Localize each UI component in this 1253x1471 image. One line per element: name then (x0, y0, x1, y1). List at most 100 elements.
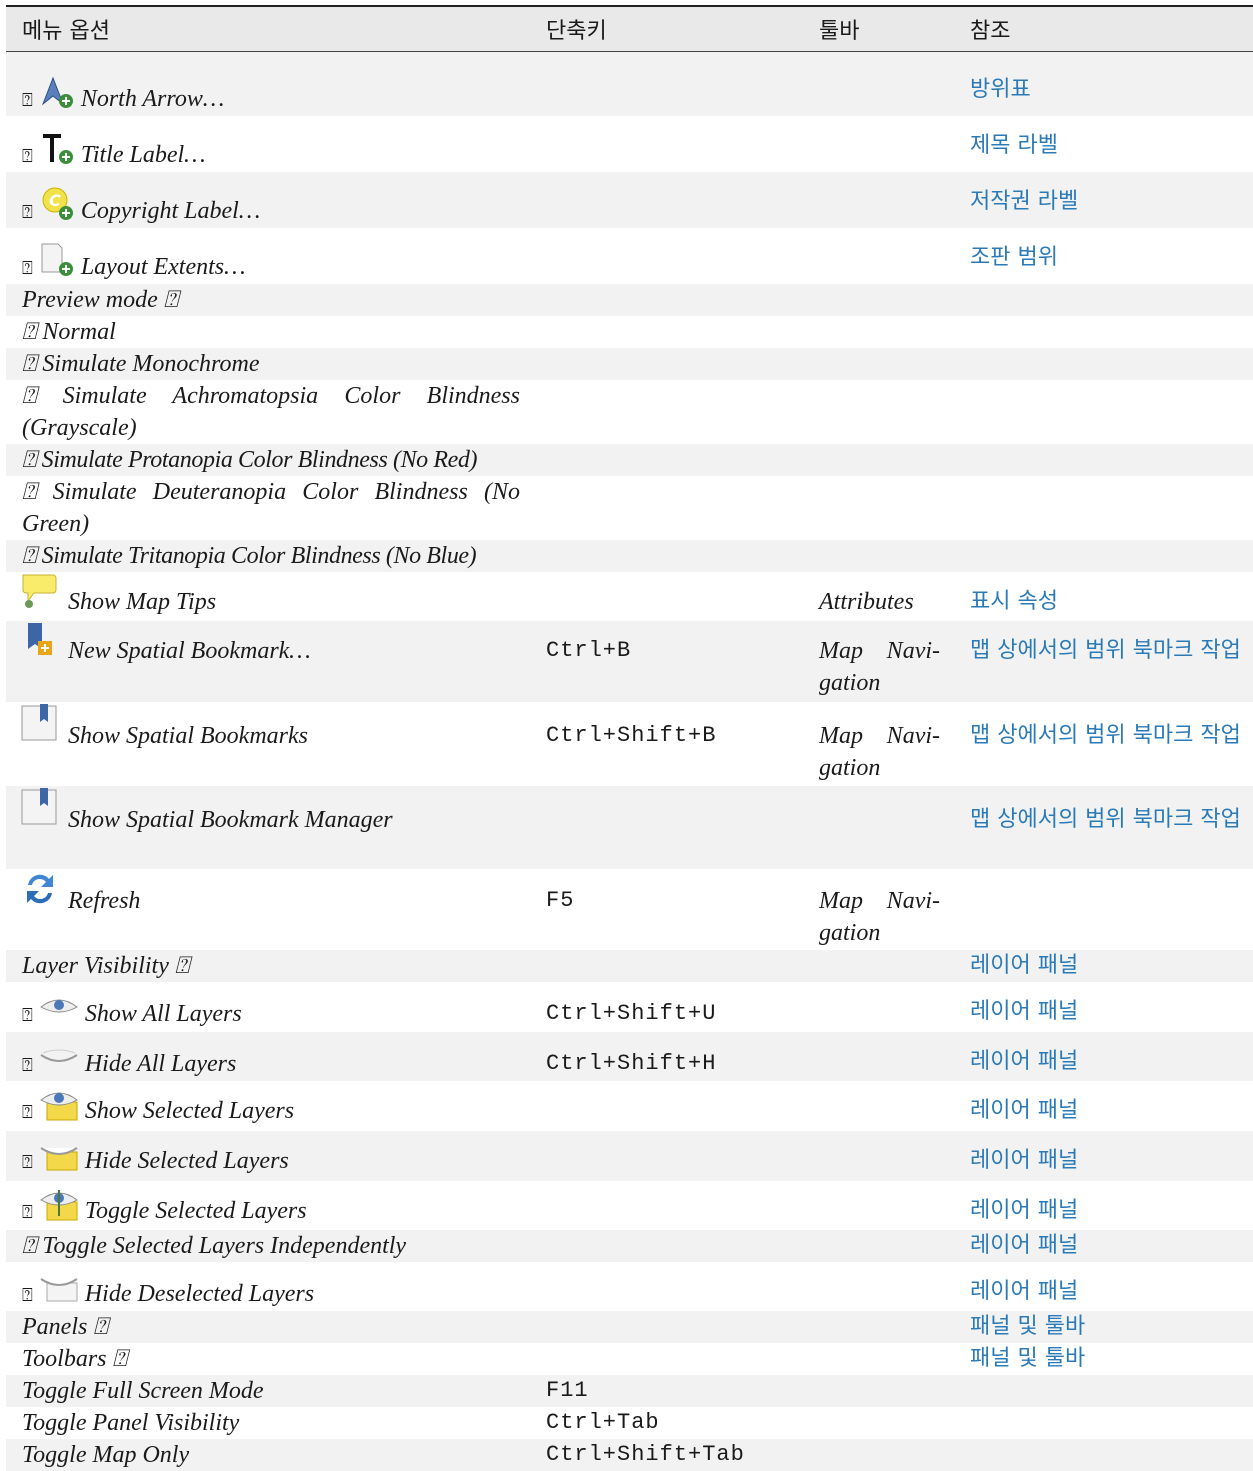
menu-item-layout-extents[interactable]: Layout Extents… (81, 254, 246, 280)
map-tips-icon (20, 572, 58, 619)
toolbar-cell (803, 228, 954, 284)
menu-item-normal[interactable]: ⍰ Normal (6, 316, 530, 348)
ref-link-north-arrow[interactable]: 방위표 (970, 77, 1031, 102)
missing-glyph: ⍰ (22, 146, 33, 166)
menu-item-panels[interactable]: Panels ⍰ (6, 1311, 530, 1343)
table-row: Preview mode ⍰ (6, 284, 1253, 316)
toolbar-cell: Map Navi-gation (819, 723, 940, 781)
shortcut-map-only: Ctrl+Shift+Tab (546, 1442, 745, 1467)
table-row: ⍰ Title Label… 제목 라벨 (6, 116, 1253, 172)
menu-item-toggle-full-screen[interactable]: Toggle Full Screen Mode (6, 1375, 530, 1407)
toolbar-cell (803, 1262, 954, 1311)
menu-item-simulate-achromatopsia[interactable]: ⍰ Simulate Achromatopsia Color Blindness… (6, 380, 530, 444)
ref-cell (954, 316, 1253, 348)
ref-link-hide-selected-layers[interactable]: 레이어 패널 (970, 1148, 1078, 1173)
toolbar-cell (803, 1375, 954, 1407)
ref-cell (954, 1407, 1253, 1439)
ref-link-show-selected-layers[interactable]: 레이어 패널 (970, 1098, 1078, 1123)
ref-link-copyright-label[interactable]: 저작권 라벨 (970, 189, 1078, 214)
ref-link-toggle-selected-layers[interactable]: 레이어 패널 (970, 1198, 1078, 1223)
table-row: Show Spatial Bookmark Manager 맵 상에서의 범위 … (6, 786, 1253, 869)
ref-cell (954, 1439, 1253, 1471)
ref-link-show-map-tips[interactable]: 표시 속성 (970, 589, 1058, 614)
col-shortcut: 단축키 (546, 19, 607, 44)
ref-cell (954, 348, 1253, 380)
ref-link-toolbars[interactable]: 패널 및 툴바 (970, 1346, 1085, 1371)
menu-item-preview-mode[interactable]: Preview mode ⍰ (6, 284, 530, 316)
missing-glyph: ⍰ (22, 1202, 33, 1222)
col-reference: 참조 (970, 19, 1011, 44)
menu-item-show-selected-layers[interactable]: Show Selected Layers (85, 1098, 294, 1124)
toolbar-cell (803, 1343, 954, 1375)
ref-link-hide-all-layers[interactable]: 레이어 패널 (970, 1049, 1078, 1074)
table-row: Panels ⍰ 패널 및 툴바 (6, 1311, 1253, 1343)
menu-item-north-arrow[interactable]: North Arrow… (81, 86, 224, 112)
menu-item-show-all-layers[interactable]: Show All Layers (85, 1001, 242, 1027)
menu-item-simulate-monochrome[interactable]: ⍰ Simulate Monochrome (6, 348, 530, 380)
toolbar-cell (803, 1131, 954, 1181)
toolbar-cell (803, 52, 954, 117)
ref-link-show-spatial-bookmarks[interactable]: 맵 상에서의 범위 북마크 작업 (970, 723, 1241, 748)
ref-link-toggle-independently[interactable]: 레이어 패널 (970, 1233, 1078, 1258)
shortcut-cell (530, 284, 803, 316)
table-row: ⍰ Normal (6, 316, 1253, 348)
toolbar-cell (803, 284, 954, 316)
ref-cell (954, 869, 1253, 950)
toolbar-cell (803, 1407, 954, 1439)
missing-glyph: ⍰ (22, 1102, 33, 1122)
menu-item-toggle-panel-visibility[interactable]: Toggle Panel Visibility (6, 1407, 530, 1439)
table-row: ⍰ C Copyright Label… 저작권 라벨 (6, 172, 1253, 228)
toolbar-cell (803, 348, 954, 380)
shortcut-cell (530, 476, 803, 540)
north-arrow-add-icon (39, 74, 75, 115)
ref-cell (954, 284, 1253, 316)
menu-item-simulate-deuteranopia[interactable]: ⍰ Simulate Deuteranopia Color Blindness … (6, 476, 530, 540)
missing-glyph: ⍰ (22, 258, 33, 278)
toolbar-cell (803, 476, 954, 540)
menu-item-toolbars[interactable]: Toolbars ⍰ (6, 1343, 530, 1375)
ref-link-title-label[interactable]: 제목 라벨 (970, 133, 1058, 158)
table-header: 메뉴 옵션 단축키 툴바 참조 (6, 6, 1253, 52)
menu-item-toggle-selected-layers[interactable]: Toggle Selected Layers (85, 1198, 307, 1224)
menu-item-layer-visibility[interactable]: Layer Visibility ⍰ (6, 950, 530, 982)
menu-item-toggle-map-only[interactable]: Toggle Map Only (6, 1439, 530, 1471)
shortcut-cell (530, 1262, 803, 1311)
menu-item-title-label[interactable]: Title Label… (81, 142, 206, 168)
menu-item-copyright-label[interactable]: Copyright Label… (81, 198, 260, 224)
missing-glyph: ⍰ (22, 1005, 33, 1025)
menu-item-hide-selected-layers[interactable]: Hide Selected Layers (85, 1148, 289, 1174)
menu-item-new-spatial-bookmark[interactable]: New Spatial Bookmark… (22, 638, 311, 664)
menu-item-hide-all-layers[interactable]: Hide All Layers (85, 1051, 237, 1077)
table-row: ⍰ Toggle Selected Layers Independently 레… (6, 1230, 1253, 1262)
menu-item-show-spatial-bookmarks[interactable]: Show Spatial Bookmarks (22, 723, 308, 749)
table-row: Show Spatial Bookmarks Ctrl+Shift+B Map … (6, 702, 1253, 786)
ref-link-new-spatial-bookmark[interactable]: 맵 상에서의 범위 북마크 작업 (970, 638, 1241, 663)
shortcut-new-spatial-bookmark: Ctrl+B (546, 638, 632, 663)
toolbar-cell (803, 1311, 954, 1343)
ref-link-spatial-bookmark-manager[interactable]: 맵 상에서의 범위 북마크 작업 (970, 807, 1241, 832)
menu-item-hide-deselected-layers[interactable]: Hide Deselected Layers (85, 1281, 314, 1307)
shortcut-show-spatial-bookmarks: Ctrl+Shift+B (546, 723, 717, 748)
ref-link-show-all-layers[interactable]: 레이어 패널 (970, 999, 1078, 1024)
menu-item-simulate-tritanopia[interactable]: ⍰ Simulate Tritanopia Color Blindness (N… (6, 540, 530, 572)
shortcut-cell (530, 316, 803, 348)
missing-glyph: ⍰ (22, 1285, 33, 1305)
ref-link-panels[interactable]: 패널 및 툴바 (970, 1314, 1085, 1339)
menu-item-spatial-bookmark-manager[interactable]: Show Spatial Bookmark Manager (22, 807, 393, 833)
table-row: Toggle Map Only Ctrl+Shift+Tab (6, 1439, 1253, 1471)
col-toolbar: 툴바 (819, 19, 860, 44)
ref-link-layout-extents[interactable]: 조판 범위 (970, 245, 1058, 270)
col-menu-option: 메뉴 옵션 (22, 19, 110, 44)
table-row: ⍰ Simulate Tritanopia Color Blindness (N… (6, 540, 1253, 572)
menu-item-simulate-protanopia[interactable]: ⍰ Simulate Protanopia Color Blindness (N… (6, 444, 530, 476)
toolbar-cell (803, 172, 954, 228)
ref-cell (954, 444, 1253, 476)
ref-cell (954, 476, 1253, 540)
ref-link-layer-visibility[interactable]: 레이어 패널 (970, 953, 1078, 978)
shortcut-cell (530, 172, 803, 228)
toolbar-cell (803, 1439, 954, 1471)
menu-item-toggle-selected-independently[interactable]: ⍰ Toggle Selected Layers Independently (6, 1230, 530, 1262)
toolbar-cell (803, 950, 954, 982)
shortcut-cell (530, 228, 803, 284)
ref-link-hide-deselected-layers[interactable]: 레이어 패널 (970, 1279, 1078, 1304)
